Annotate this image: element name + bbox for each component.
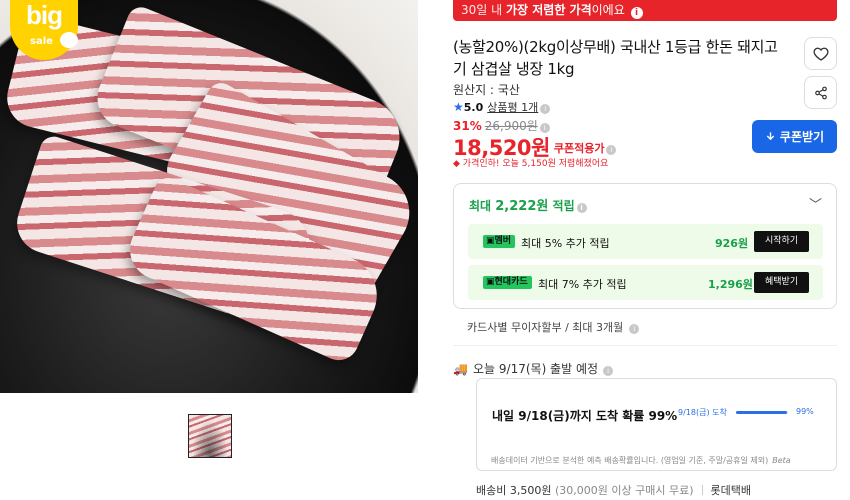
- info-icon[interactable]: i: [630, 7, 643, 19]
- info-icon[interactable]: i: [603, 366, 614, 376]
- info-icon[interactable]: i: [606, 145, 617, 155]
- product-thumbnail[interactable]: [188, 414, 232, 458]
- carrier-name: 롯데택배: [710, 484, 751, 497]
- download-icon: [766, 132, 775, 141]
- badge-sub: sale: [30, 36, 53, 47]
- separator: [701, 485, 703, 495]
- delivery-prob-bar: [736, 411, 788, 414]
- installment-info: 카드사별 무이자할부 / 최대 3개월 i: [467, 319, 640, 335]
- info-icon[interactable]: i: [576, 203, 587, 213]
- delivery-prob-label: 9/18(금) 도착: [678, 408, 727, 417]
- start-button[interactable]: 시작하기: [754, 231, 809, 252]
- reward-row-text: 최대 7% 추가 적립: [538, 278, 627, 291]
- product-main-image[interactable]: big sale: [0, 0, 418, 393]
- share-icon: [814, 86, 827, 99]
- chevron-down-icon[interactable]: ﹀: [809, 194, 822, 213]
- original-price: 26,900원: [484, 119, 538, 133]
- info-icon[interactable]: i: [540, 104, 551, 114]
- rating-score: 5.0: [463, 101, 484, 114]
- price-drop-alert: ◆ 가격인하! 오늘 5,150원 저렴해졌어요: [453, 156, 608, 169]
- reward-title-post: 적립: [548, 199, 575, 213]
- banner-bold: 가장 저렴한 가격: [505, 3, 592, 17]
- reward-amount: 2,222원: [495, 199, 549, 214]
- heart-icon: [812, 47, 829, 61]
- wishlist-button[interactable]: [804, 37, 837, 70]
- price-alert-text: 가격인하! 오늘 5,150원 저렴해졌어요: [462, 159, 609, 169]
- divider: [453, 345, 837, 346]
- coupon-button-label: 쿠폰받기: [779, 130, 825, 144]
- reward-row-member: ▣멤버 최대 5% 추가 적립 926원 시작하기: [468, 224, 823, 259]
- member-pill: ▣멤버: [483, 235, 516, 248]
- footnote-text: 배송데이터 기반으로 분석한 예측 배송확률입니다. (영업일 기준, 주말/공…: [491, 456, 769, 465]
- info-icon[interactable]: i: [629, 324, 640, 334]
- origin-text: 원산지 : 국산: [453, 83, 520, 97]
- get-benefit-button[interactable]: 혜택받기: [754, 272, 809, 293]
- product-page: big sale 30일 내 가장 저렴한 가격이에요 i (농할20%)(2k…: [0, 0, 850, 500]
- share-button[interactable]: [804, 76, 837, 109]
- card-pill: ▣현대카드: [483, 276, 532, 289]
- shipping-fee-row: 배송비 3,500원 (30,000원 이상 구매시 무료) 롯데택배: [476, 482, 751, 498]
- banner-post: 이에요: [591, 3, 625, 17]
- price-down-icon: ◆: [453, 159, 460, 169]
- delivery-prob-fill: [736, 411, 788, 414]
- badge-text: big: [26, 0, 63, 30]
- review-link[interactable]: 상품평 1개: [487, 101, 538, 114]
- reward-title[interactable]: 최대 2,222원 적립 i: [469, 195, 587, 214]
- member-pill-label: 멤버: [494, 236, 512, 246]
- delivery-prob-value: 99%: [796, 407, 814, 416]
- reward-row-card: ▣현대카드 최대 7% 추가 적립 1,296원 혜택받기: [468, 265, 823, 300]
- truck-icon: 🚚: [453, 362, 468, 376]
- lowest-price-banner: 30일 내 가장 저렴한 가격이에요 i: [453, 0, 837, 21]
- beta-label: Beta: [772, 456, 791, 465]
- delivery-probability-box: 내일 9/18(금)까지 도착 확률 99% 9/18(금) 도착 99% 배송…: [476, 378, 837, 471]
- star-icon: ★: [453, 100, 464, 114]
- reward-title-pre: 최대: [469, 199, 496, 213]
- delivery-footnote: 배송데이터 기반으로 분석한 예측 배송확률입니다. (영업일 기준, 주말/공…: [491, 455, 791, 466]
- reward-row-amount: 926원: [715, 237, 749, 250]
- rating-row: ★5.0 상품평 1개 i: [453, 99, 551, 115]
- reward-box: 최대 2,222원 적립 i ﹀ ▣멤버 최대 5% 추가 적립 926원 시작하…: [453, 183, 837, 309]
- discount-percent: 31%: [453, 119, 482, 133]
- coupon-button[interactable]: 쿠폰받기: [752, 120, 837, 153]
- coupon-price-note: 쿠폰적용가: [553, 142, 605, 155]
- installment-text: 카드사별 무이자할부 / 최대 3개월: [467, 321, 624, 334]
- product-title: (농할20%)(2kg이상무배) 국내산 1등급 한돈 돼지고기 삼겹살 냉장 …: [453, 38, 778, 78]
- mascot-icon: [60, 32, 78, 48]
- shipping-row: 🚚 오늘 9/17(목) 출발 예정 i: [453, 360, 614, 377]
- reward-row-text: 최대 5% 추가 적립: [521, 237, 610, 250]
- banner-pre: 30일 내: [461, 3, 506, 17]
- card-pill-label: 현대카드: [494, 277, 528, 287]
- shipping-fee-condition: (30,000원 이상 구매시 무료): [554, 484, 694, 497]
- ship-date-text: 오늘 9/17(목) 출발 예정: [473, 362, 599, 376]
- delivery-title: 내일 9/18(금)까지 도착 확률 99%: [492, 409, 678, 423]
- reward-row-amount: 1,296원: [708, 278, 753, 291]
- shipping-fee: 배송비 3,500원: [476, 484, 552, 497]
